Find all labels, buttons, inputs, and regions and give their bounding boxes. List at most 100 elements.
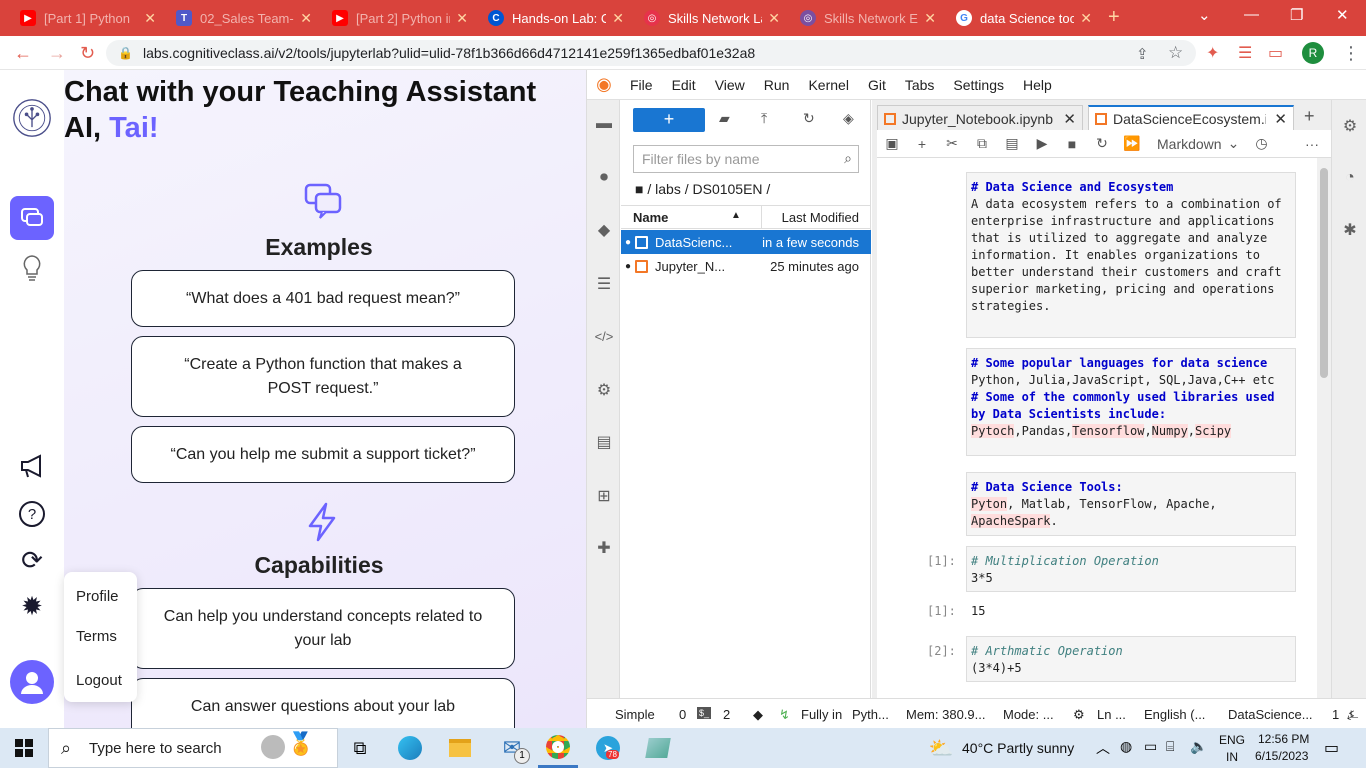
menu-file[interactable]: File — [630, 77, 653, 93]
code-icon[interactable]: </> — [594, 326, 614, 346]
user-avatar-button[interactable] — [10, 660, 54, 704]
name-column-header[interactable]: Name — [633, 210, 668, 225]
close-icon[interactable]: ✕ — [768, 10, 780, 27]
running-icon[interactable]: ⏺ — [594, 168, 614, 188]
bookmark-star-icon[interactable]: ☆ — [1168, 43, 1183, 63]
add-cell-icon[interactable]: + — [907, 136, 937, 152]
menu-settings[interactable]: Settings — [953, 77, 1004, 93]
property-inspector-icon[interactable]: ⚙ — [1340, 116, 1360, 136]
cursor-position[interactable]: Ln ... — [1097, 707, 1126, 722]
refresh-files-icon[interactable]: ↻ — [803, 110, 815, 127]
file-explorer-icon[interactable] — [440, 728, 480, 768]
stop-icon[interactable]: ■ — [1057, 136, 1087, 152]
volume-icon[interactable]: 🔈 — [1190, 738, 1207, 755]
maximize-button[interactable]: ❐ — [1290, 6, 1303, 24]
scroll-thumb[interactable] — [1320, 168, 1328, 378]
restart-icon[interactable]: ↻ — [1087, 135, 1117, 152]
menu-run[interactable]: Run — [764, 77, 790, 93]
sidepanel-icon[interactable]: ▭ — [1268, 43, 1283, 63]
browser-tab[interactable]: G data Science too ✕ — [948, 4, 1100, 32]
close-window-button[interactable]: ✕ — [1336, 6, 1349, 24]
new-launcher-button[interactable]: + — [633, 108, 705, 132]
kernel-language[interactable]: Pyth... — [852, 707, 889, 722]
run-all-icon[interactable]: ⏩ — [1117, 135, 1147, 152]
property-inspector-icon[interactable]: ⚙ — [594, 380, 614, 400]
settings-status-icon[interactable]: ⚙ — [1073, 707, 1085, 723]
upload-icon[interactable]: ⤒ — [761, 110, 767, 127]
notebook-tab[interactable]: Jupyter_Notebook.ipynb ✕ — [877, 105, 1083, 131]
lightbulb-icon[interactable] — [12, 248, 52, 288]
more-icon[interactable]: ··· — [1305, 136, 1319, 152]
close-icon[interactable]: ✕ — [300, 10, 312, 27]
windows-start-icon[interactable] — [0, 728, 48, 768]
cut-icon[interactable]: ✂ — [937, 135, 967, 152]
battery-icon[interactable]: ▭ — [1144, 738, 1157, 755]
new-tab-button[interactable]: + — [1108, 6, 1120, 29]
sort-caret-icon[interactable]: ▲ — [731, 210, 741, 221]
menu-view[interactable]: View — [715, 77, 745, 93]
meet-icon[interactable]: ◍ — [1120, 738, 1132, 755]
profile-menu-item[interactable]: Profile — [76, 588, 119, 605]
markdown-cell[interactable]: # Some popular languages for data scienc… — [966, 348, 1296, 456]
forward-icon[interactable]: → — [48, 43, 66, 64]
tab-search-icon[interactable]: ⌄ — [1198, 6, 1211, 24]
debugger-gauge-icon[interactable]: ◔ — [1340, 168, 1360, 188]
git-icon[interactable]: ◆ — [594, 220, 614, 240]
breadcrumb[interactable]: ■ / labs / DS0105EN / — [635, 181, 770, 197]
spellcheck-language[interactable]: English (... — [1144, 707, 1205, 722]
chat-nav-button[interactable] — [10, 196, 54, 240]
menu-help[interactable]: Help — [1023, 77, 1052, 93]
telegram-icon[interactable]: ➤ 78 — [588, 728, 628, 768]
refresh-icon[interactable]: ⟳ — [12, 540, 52, 580]
example-prompt-button[interactable]: “Create a Python function that makes a P… — [131, 336, 515, 417]
close-icon[interactable]: ✕ — [144, 10, 156, 27]
markdown-cell[interactable]: # Data Science and Ecosystem A data ecos… — [966, 172, 1296, 338]
theme-sun-icon[interactable]: ✹ — [12, 586, 52, 626]
browser-tab[interactable]: ▶ [Part 1] Python ✕ — [12, 4, 164, 32]
megaphone-icon[interactable] — [12, 446, 52, 486]
example-prompt-button[interactable]: “Can you help me submit a support ticket… — [131, 426, 515, 483]
git-status-icon[interactable]: ◆ — [753, 707, 763, 723]
browser-tab-active[interactable]: ◎ Skills Network La ✕ — [636, 4, 788, 32]
chevron-down-icon[interactable]: ⌄ — [1228, 135, 1240, 152]
code-cell[interactable]: # Multiplication Operation 3*5 — [966, 546, 1296, 592]
code-cell[interactable]: # Arthmatic Operation (3*4)+5 — [966, 636, 1296, 682]
browser-tab[interactable]: ◎ Skills Network Ed ✕ — [792, 4, 944, 32]
menu-git[interactable]: Git — [868, 77, 886, 93]
menu-kernel[interactable]: Kernel — [808, 77, 848, 93]
more-menu-icon[interactable]: ⋮ — [1342, 43, 1360, 64]
run-icon[interactable]: ▶ — [1027, 135, 1057, 152]
notebook-tab-active[interactable]: DataScienceEcosystem.ipyr ✕ — [1088, 105, 1294, 131]
toc-icon[interactable]: ☰ — [594, 274, 614, 294]
share-icon[interactable]: ⇪ — [1136, 45, 1149, 63]
commands-icon[interactable]: ▤ — [594, 432, 614, 452]
language-code[interactable]: ENG — [1219, 733, 1245, 747]
new-folder-icon[interactable]: ▰ — [719, 110, 730, 127]
help-icon[interactable]: ? — [12, 494, 52, 534]
extensions-icon[interactable]: ✦ — [1206, 43, 1219, 63]
reading-list-icon[interactable]: ☰ — [1238, 43, 1252, 63]
folder-icon[interactable]: ▬ — [594, 114, 614, 134]
example-prompt-button[interactable]: “What does a 401 bad request mean?” — [131, 270, 515, 327]
terms-menu-item[interactable]: Terms — [76, 628, 117, 645]
weather-icon[interactable]: ⛅ — [926, 728, 956, 768]
extensions-grid-icon[interactable]: ⊞ — [594, 486, 614, 506]
close-icon[interactable]: ✕ — [612, 10, 624, 27]
profile-avatar[interactable]: R — [1302, 42, 1324, 64]
reload-icon[interactable]: ↻ — [80, 43, 95, 64]
add-tab-icon[interactable]: + — [1304, 106, 1315, 127]
chrome-icon[interactable] — [538, 728, 578, 768]
url-field[interactable]: 🔒 labs.cognitiveclass.ai/v2/tools/jupyte… — [106, 40, 1196, 66]
cell-type-select[interactable]: Markdown — [1157, 136, 1222, 152]
puzzle-icon[interactable]: ✚ — [594, 538, 614, 558]
notification-bell-icon[interactable]: ⍼ — [1347, 707, 1358, 723]
tray-chevron-icon[interactable]: ︿ — [1096, 738, 1110, 758]
app-icon[interactable] — [638, 728, 678, 768]
logout-menu-item[interactable]: Logout — [76, 672, 122, 689]
close-icon[interactable]: ✕ — [1055, 110, 1076, 128]
notifications-icon[interactable]: ▭ — [1324, 738, 1339, 758]
kernel-status[interactable]: Fully in — [801, 707, 842, 722]
close-icon[interactable]: ✕ — [456, 10, 468, 27]
menu-tabs[interactable]: Tabs — [905, 77, 935, 93]
browser-tab[interactable]: C Hands-on Lab: C ✕ — [480, 4, 632, 32]
